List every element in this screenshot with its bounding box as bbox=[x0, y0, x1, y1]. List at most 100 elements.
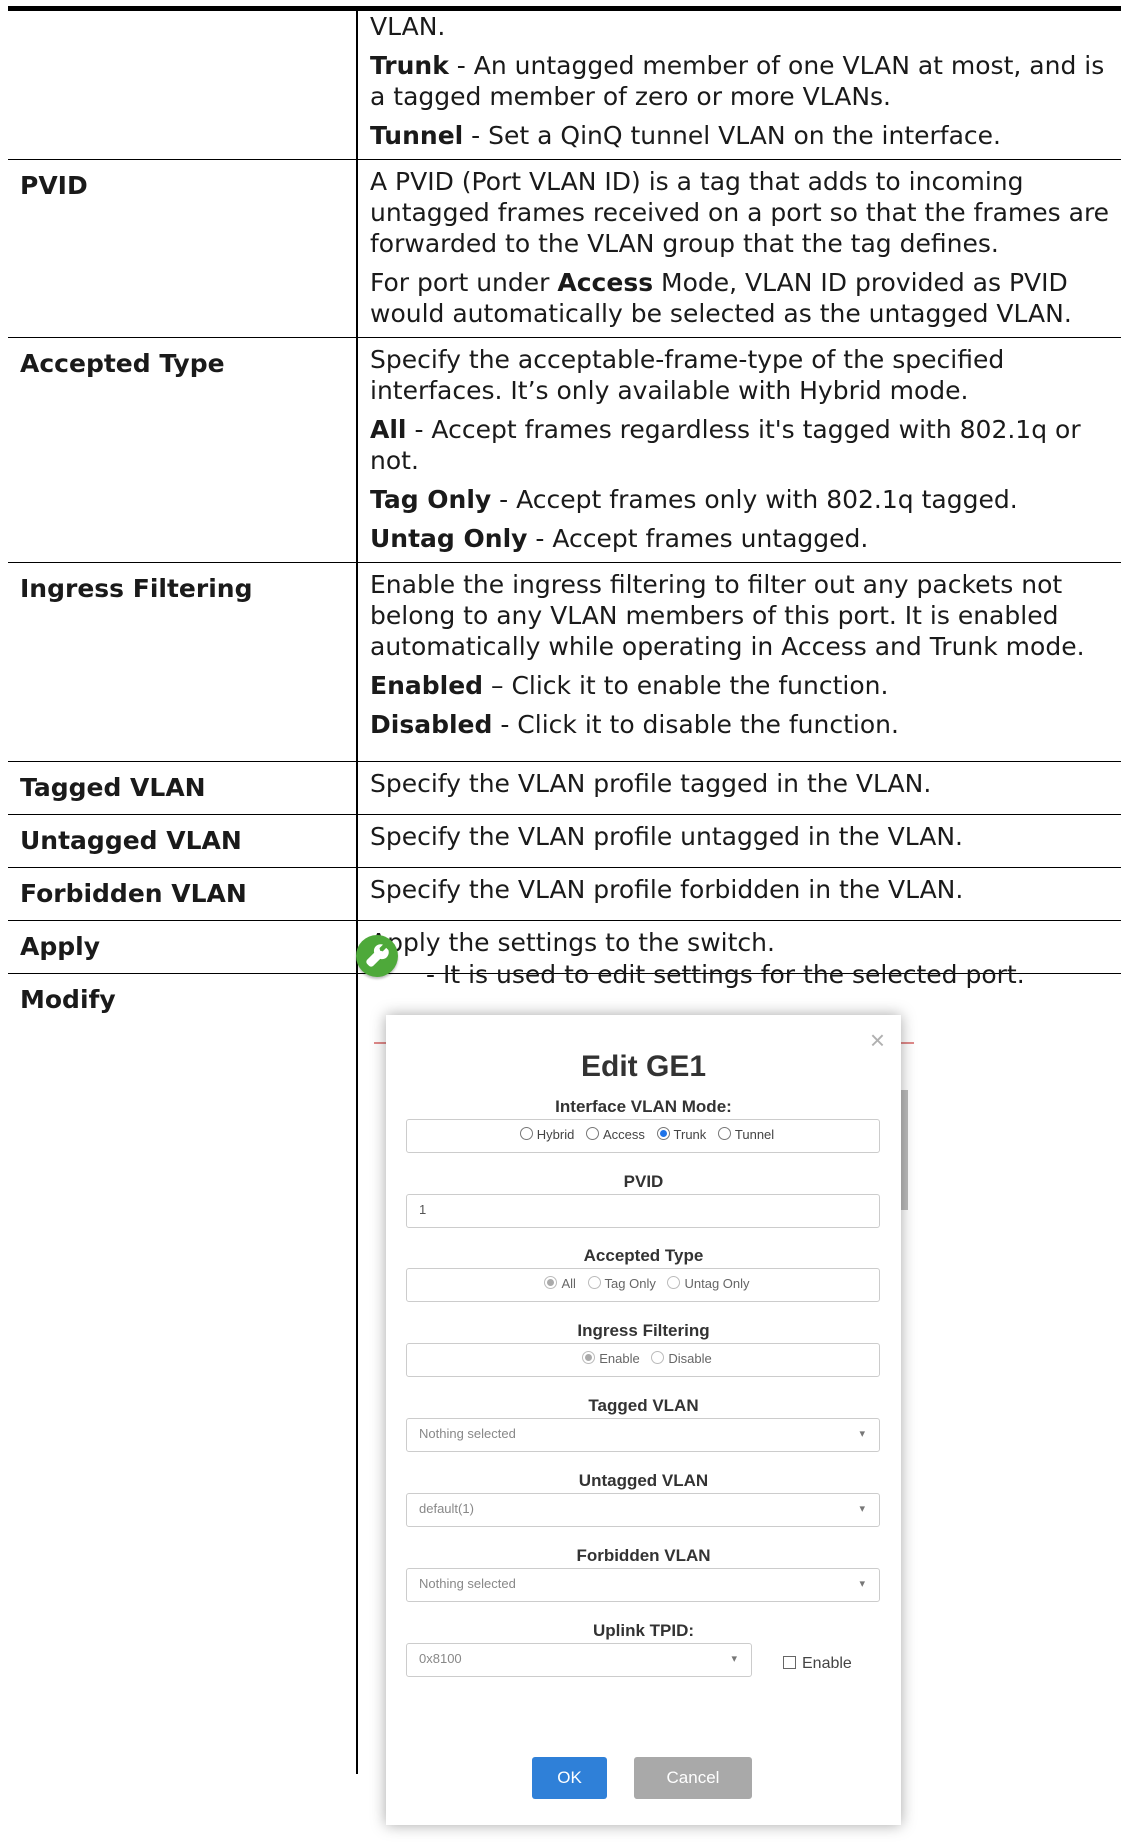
paragraph-text: - Accept frames untagged. bbox=[527, 524, 869, 553]
paragraph-term: Tunnel bbox=[370, 121, 464, 150]
row-paragraph: All - Accept frames regardless it's tagg… bbox=[370, 414, 1111, 476]
modify-description: - It is used to edit settings for the se… bbox=[426, 960, 1025, 989]
row-paragraph: Specify the VLAN profile untagged in the… bbox=[370, 821, 1111, 852]
untagged-vlan-label: Untagged VLAN bbox=[578, 1471, 709, 1490]
row-key: Tagged VLAN bbox=[8, 761, 358, 815]
row-key: Forbidden VLAN bbox=[8, 867, 358, 921]
tpid-enable-checkbox[interactable]: Enable bbox=[783, 1655, 852, 1673]
caret-down-icon: ▾ bbox=[859, 1428, 865, 1440]
paragraph-text: Specify the VLAN profile forbidden in th… bbox=[370, 875, 964, 904]
table-row: VLAN. Trunk - An untagged member of one V… bbox=[8, 11, 1121, 160]
forbidden-vlan-label: Forbidden VLAN bbox=[576, 1546, 711, 1565]
table-row: PVID A PVID (Port VLAN ID) is a tag that … bbox=[8, 159, 1121, 338]
row-key: Untagged VLAN bbox=[8, 814, 358, 868]
row-value: Specify the VLAN profile untagged in the… bbox=[357, 815, 1121, 868]
table-row: Forbidden VLAN Specify the VLAN profile f… bbox=[8, 867, 1121, 921]
untagged-vlan-select[interactable]: default(1) ▾ bbox=[406, 1493, 880, 1527]
paragraph-text: Specify the VLAN profile untagged in the… bbox=[370, 822, 963, 851]
radio-label: Access bbox=[603, 1127, 645, 1142]
row-paragraph: Tunnel - Set a QinQ tunnel VLAN on the i… bbox=[370, 120, 1111, 151]
paragraph-term: Enabled bbox=[370, 671, 484, 700]
radio-label: Untag Only bbox=[684, 1276, 750, 1291]
row-paragraph: Trunk - An untagged member of one VLAN a… bbox=[370, 50, 1111, 112]
radio-label: Disable bbox=[668, 1351, 712, 1366]
paragraph-text: - Accept frames only with 802.1q tagged. bbox=[491, 485, 1018, 514]
uplink-tpid-label: Uplink TPID: bbox=[592, 1621, 695, 1640]
radio-access[interactable]: Access bbox=[578, 1127, 645, 1142]
radio-label: Trunk bbox=[673, 1127, 707, 1142]
ingress-radios: Enable Disable bbox=[406, 1343, 880, 1375]
row-value: A PVID (Port VLAN ID) is a tag that adds… bbox=[357, 160, 1121, 338]
pvid-value: 1 bbox=[419, 1202, 427, 1217]
paragraph-text: - An untagged member of one VLAN at most… bbox=[370, 51, 1105, 111]
row-value: Specify the VLAN profile forbidden in th… bbox=[357, 868, 1121, 921]
paragraph-term: All bbox=[370, 415, 407, 444]
row-paragraph: Specify the acceptable-frame-type of the… bbox=[370, 344, 1111, 406]
paragraph-text: - Accept frames regardless it's tagged w… bbox=[370, 415, 1081, 475]
paragraph-text: For port under bbox=[370, 268, 558, 297]
row-paragraph: Specify the VLAN profile tagged in the V… bbox=[370, 768, 1111, 799]
radio-untag-only[interactable]: Untag Only bbox=[659, 1276, 750, 1291]
row-key bbox=[8, 11, 358, 160]
paragraph-term: Disabled bbox=[370, 710, 493, 739]
accepted-type-label: Accepted Type bbox=[583, 1246, 704, 1265]
wrench-icon[interactable] bbox=[356, 935, 398, 977]
row-paragraph: Tag Only - Accept frames only with 802.1… bbox=[370, 484, 1111, 515]
paragraph-text: Specify the acceptable-frame-type of the… bbox=[370, 345, 1005, 405]
radio-label: Tunnel bbox=[734, 1127, 775, 1142]
row-paragraph: Disabled - Click it to disable the funct… bbox=[370, 709, 1111, 740]
tagged-vlan-value: Nothing selected bbox=[419, 1426, 516, 1441]
tagged-vlan-select[interactable]: Nothing selected ▾ bbox=[406, 1418, 880, 1452]
table-row: Accepted Type Specify the acceptable-fram… bbox=[8, 337, 1121, 563]
radio-tunnel[interactable]: Tunnel bbox=[710, 1127, 774, 1142]
checkbox-label: Enable bbox=[802, 1655, 852, 1672]
row-value: Enable the ingress filtering to filter o… bbox=[357, 563, 1121, 762]
paragraph-text: – Click it to enable the function. bbox=[483, 671, 889, 700]
paragraph-text: Apply the settings to the switch. bbox=[370, 928, 775, 957]
ok-button[interactable]: OK bbox=[532, 1757, 607, 1799]
pvid-input[interactable]: 1 bbox=[406, 1194, 880, 1228]
ingress-label: Ingress Filtering bbox=[577, 1321, 710, 1340]
forbidden-vlan-select[interactable]: Nothing selected ▾ bbox=[406, 1568, 880, 1602]
paragraph-term: Access bbox=[557, 268, 654, 297]
row-value: VLAN. Trunk - An untagged member of one V… bbox=[357, 11, 1121, 160]
mode-label: Interface VLAN Mode: bbox=[555, 1097, 732, 1116]
row-paragraph: VLAN. bbox=[370, 11, 1111, 42]
row-paragraph: Apply the settings to the switch. bbox=[370, 927, 1111, 958]
radio-hybrid[interactable]: Hybrid bbox=[512, 1127, 575, 1142]
table-row: Untagged VLAN Specify the VLAN profile un… bbox=[8, 814, 1121, 868]
paragraph-text: - Click it to disable the function. bbox=[492, 710, 899, 739]
row-value: Specify the VLAN profile tagged in the V… bbox=[357, 762, 1121, 815]
radio-disable[interactable]: Disable bbox=[643, 1351, 712, 1366]
radio-enable[interactable]: Enable bbox=[574, 1351, 640, 1366]
radio-tag-only[interactable]: Tag Only bbox=[580, 1276, 656, 1291]
row-paragraph: Enabled – Click it to enable the functio… bbox=[370, 670, 1111, 701]
paragraph-text: Enable the ingress filtering to filter o… bbox=[370, 570, 1085, 661]
uplink-tpid-select[interactable]: 0x8100 ▾ bbox=[406, 1643, 752, 1677]
untagged-vlan-value: default(1) bbox=[419, 1501, 474, 1516]
radio-label: Hybrid bbox=[536, 1127, 575, 1142]
row-paragraph: A PVID (Port VLAN ID) is a tag that adds… bbox=[370, 166, 1111, 259]
checkbox-box bbox=[783, 1656, 796, 1669]
row-paragraph: For port under Access Mode, VLAN ID prov… bbox=[370, 267, 1111, 329]
table-row: Tagged VLAN Specify the VLAN profile tagg… bbox=[8, 761, 1121, 815]
tagged-vlan-label: Tagged VLAN bbox=[588, 1396, 699, 1415]
radio-trunk[interactable]: Trunk bbox=[649, 1127, 707, 1142]
row-key: Accepted Type bbox=[8, 337, 358, 563]
forbidden-vlan-value: Nothing selected bbox=[419, 1576, 516, 1591]
background-fragment bbox=[900, 1042, 914, 1044]
uplink-tpid-value: 0x8100 bbox=[419, 1651, 462, 1666]
cancel-button[interactable]: Cancel bbox=[634, 1757, 752, 1799]
paragraph-term: Untag Only bbox=[370, 524, 528, 553]
caret-down-icon: ▾ bbox=[859, 1503, 865, 1515]
paragraph-text: - Set a QinQ tunnel VLAN on the interfac… bbox=[463, 121, 1001, 150]
radio-all[interactable]: All bbox=[536, 1276, 576, 1291]
paragraph-text: A PVID (Port VLAN ID) is a tag that adds… bbox=[370, 167, 1110, 258]
radio-label: Enable bbox=[599, 1351, 640, 1366]
pvid-label: PVID bbox=[623, 1172, 664, 1191]
row-key: Modify bbox=[8, 973, 358, 1774]
accepted-type-radios: All Tag Only Untag Only bbox=[406, 1268, 880, 1300]
radio-label: Tag Only bbox=[604, 1276, 656, 1291]
row-value: Specify the acceptable-frame-type of the… bbox=[357, 338, 1121, 563]
caret-down-icon: ▾ bbox=[859, 1578, 865, 1590]
